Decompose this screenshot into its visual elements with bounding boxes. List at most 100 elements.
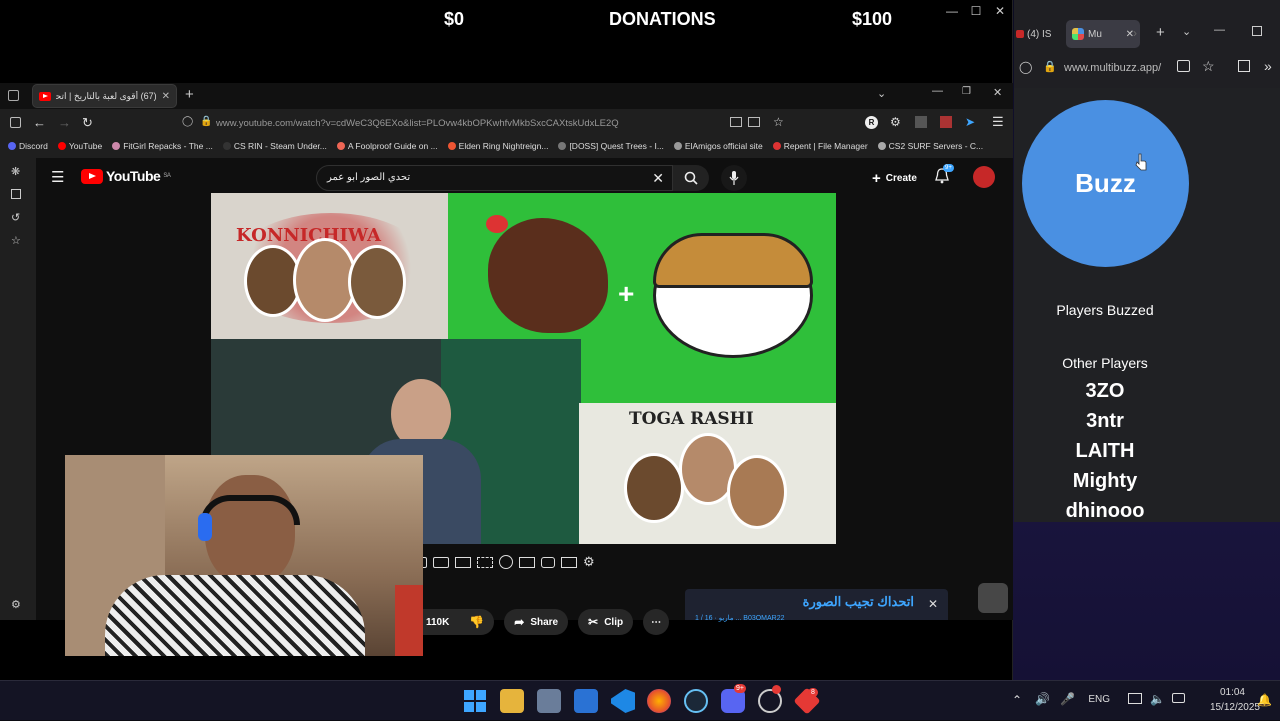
forward-icon[interactable]: → xyxy=(58,115,71,130)
playlist-title[interactable]: اتحداك تجيب الصورة xyxy=(803,594,914,610)
browser-minimize-icon[interactable]: — xyxy=(932,85,943,97)
reload-icon[interactable]: ↻ xyxy=(82,115,93,131)
star-icon[interactable]: ☆ xyxy=(1202,58,1215,75)
notification-bell-icon[interactable]: 🔔 xyxy=(1257,693,1272,707)
create-button[interactable]: + Create xyxy=(866,166,923,190)
tab-actions-icon[interactable] xyxy=(8,90,19,101)
profile-r-icon[interactable]: R xyxy=(865,116,878,129)
clock-time[interactable]: 01:04 xyxy=(1220,687,1245,698)
chevron-down-icon[interactable]: ⌄ xyxy=(877,87,886,100)
sidebar-history-icon[interactable]: ↺ xyxy=(11,211,20,224)
speed-icon[interactable] xyxy=(498,555,513,569)
sidebar-toggle-icon[interactable] xyxy=(10,117,21,128)
obs-icon[interactable] xyxy=(758,685,782,713)
bookmark-repent[interactable]: Repent | File Manager xyxy=(772,141,868,151)
minimize-icon[interactable]: — xyxy=(1214,24,1225,36)
dislike-button[interactable]: 👎 xyxy=(459,609,495,635)
extensions-icon[interactable]: ⚙ xyxy=(890,115,901,129)
extension-arrow-icon[interactable]: ➤ xyxy=(965,115,975,129)
extension-icon[interactable] xyxy=(915,116,927,128)
microphone-icon[interactable]: 🎤 xyxy=(1060,692,1075,706)
donations-max: $100 xyxy=(852,9,893,29)
extensions-icon[interactable] xyxy=(1238,60,1250,72)
share-button[interactable]: ➦ Share xyxy=(504,609,569,635)
translate-icon[interactable] xyxy=(730,117,742,127)
new-tab-icon[interactable]: + xyxy=(1156,24,1165,41)
firefox-icon[interactable] xyxy=(647,689,671,713)
vscode-icon[interactable] xyxy=(611,689,635,713)
list-tabs-icon[interactable]: ⌄ xyxy=(1182,25,1191,38)
battery-icon[interactable] xyxy=(1172,693,1185,703)
tab-is[interactable]: (4) IS xyxy=(1014,20,1059,48)
buzz-button[interactable]: Buzz xyxy=(1022,100,1189,267)
clip-button[interactable]: ✂ Clip xyxy=(578,609,634,635)
sidebar-tabs-icon[interactable] xyxy=(11,189,21,199)
url-text[interactable]: www.multibuzz.app/ xyxy=(1064,62,1161,74)
bookmark-cs2-surf[interactable]: CS2 SURF Servers - C... xyxy=(877,141,983,151)
sidebar-bookmarks-icon[interactable]: ☆ xyxy=(11,234,21,247)
menu-icon[interactable]: ☰ xyxy=(992,114,1004,130)
subtitles-icon[interactable] xyxy=(432,556,449,568)
bookmark-youtube[interactable]: YouTube xyxy=(57,141,102,151)
bookmark-elden-ring[interactable]: Elden Ring Nightreign... xyxy=(447,141,548,151)
theater-icon[interactable] xyxy=(454,556,471,568)
playlist-subtitle: 1 / 16 · ماريو ... B03OMAR22 xyxy=(695,615,785,622)
notifications-button[interactable]: 9+ xyxy=(934,164,954,189)
extension-badge-icon[interactable] xyxy=(940,116,952,128)
bookmark-csrin[interactable]: CS RIN - Steam Under... xyxy=(222,141,327,151)
network-icon[interactable] xyxy=(1128,693,1142,704)
taskbar: 9+ 8 ⌃ 🔊 🎤 ENG 🔈 01:04 15/12/2025 🔔 xyxy=(0,680,1280,720)
browser-close-icon[interactable]: ✕ xyxy=(993,86,1002,99)
settings-gear-icon[interactable]: ⚙ xyxy=(583,554,595,570)
more-button[interactable]: ⋯ xyxy=(643,609,670,635)
bookmark-star-icon[interactable]: ☆ xyxy=(773,115,784,129)
overflow-icon[interactable]: » xyxy=(1264,58,1272,74)
bookmark-elamigos[interactable]: ElAmigos official site xyxy=(673,141,763,151)
volume-icon[interactable]: 🔈 xyxy=(1150,692,1165,706)
bookmark-guide[interactable]: A Foolproof Guide on ... xyxy=(336,141,438,151)
sidebar-ai-icon[interactable]: ❋ xyxy=(11,165,20,178)
miniplayer-icon[interactable] xyxy=(476,556,493,568)
playlist-panel[interactable]: اتحداك تجيب الصورة 1 / 16 · ماريو ... B0… xyxy=(685,589,948,622)
search-input[interactable]: تحدي الصور ابو عمر ✕ xyxy=(316,165,673,191)
outlook-icon[interactable] xyxy=(574,689,598,713)
url-text[interactable]: www.youtube.com/watch?v=cdWeC3Q6EXo&list… xyxy=(216,118,619,129)
steam-icon[interactable] xyxy=(684,689,708,713)
channel-watermark-icon[interactable] xyxy=(978,583,1008,613)
shield-icon[interactable]: ◯ xyxy=(1019,60,1032,74)
bookmark-discord[interactable]: Discord xyxy=(8,141,48,151)
discord-icon[interactable]: 9+ xyxy=(721,684,746,713)
file-explorer-icon[interactable] xyxy=(500,689,524,713)
clock-date[interactable]: 15/12/2025 xyxy=(1210,702,1260,713)
language-indicator[interactable]: ENG xyxy=(1088,694,1110,705)
chevron-right-icon[interactable]: › xyxy=(1133,26,1137,40)
tab-close-icon[interactable]: ✕ xyxy=(162,91,170,102)
bookmark-fitgirl[interactable]: FitGirl Repacks - The ... xyxy=(112,141,213,151)
voice-search-button[interactable] xyxy=(721,165,747,191)
close-icon[interactable]: ✕ xyxy=(928,597,938,611)
tab-youtube[interactable]: (67) أقوى لعبة بالتاريخ | اتحد... ✕ xyxy=(32,84,177,108)
save-icon[interactable] xyxy=(748,117,760,127)
maximize-icon[interactable] xyxy=(1252,26,1262,36)
store-icon[interactable] xyxy=(537,689,561,713)
download-icon[interactable] xyxy=(1177,60,1190,72)
avatar[interactable] xyxy=(973,166,995,188)
youtube-logo[interactable]: YouTube SA xyxy=(81,168,171,184)
new-tab-icon[interactable]: + xyxy=(185,86,194,103)
bookmark-doss[interactable]: [DOSS] Quest Trees - I... xyxy=(558,141,664,151)
start-button[interactable] xyxy=(463,689,487,713)
chevron-up-icon[interactable]: ⌃ xyxy=(1012,693,1022,707)
speaker-icon[interactable]: 🔊 xyxy=(1035,692,1050,706)
sidebar-settings-icon[interactable]: ⚙ xyxy=(11,598,21,611)
back-icon[interactable]: ← xyxy=(33,115,46,130)
shield-icon[interactable]: ◯ xyxy=(182,116,193,127)
hamburger-icon[interactable]: ☰ xyxy=(51,168,64,186)
search-button[interactable] xyxy=(673,165,709,191)
keyboard-icon[interactable] xyxy=(560,556,577,568)
clear-search-icon[interactable]: ✕ xyxy=(652,170,664,187)
screenshot-icon[interactable] xyxy=(540,556,555,568)
tab-multibuzz[interactable]: Mu ✕ xyxy=(1066,20,1140,48)
donations-min: $0 xyxy=(444,9,465,29)
browser-restore-icon[interactable]: ❐ xyxy=(962,86,971,97)
pip-icon[interactable] xyxy=(518,556,535,568)
